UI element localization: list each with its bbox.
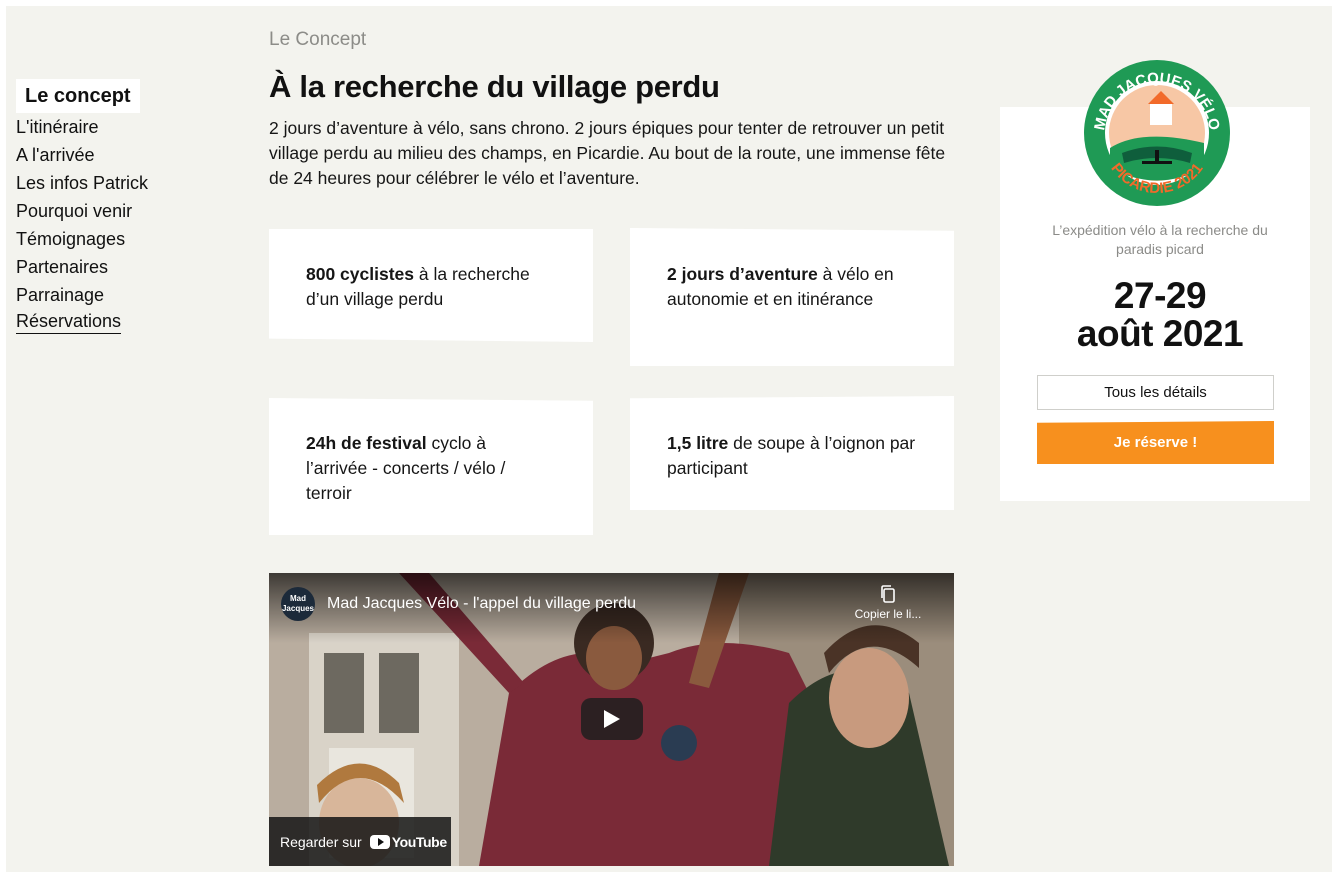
mad-jacques-velo-badge: MAD JACQUES VÉLO PICARDIE 2021 [1084, 60, 1230, 206]
youtube-icon [369, 834, 390, 849]
play-button[interactable] [581, 698, 643, 740]
nav-item-partenaires[interactable]: Partenaires [16, 253, 216, 281]
copy-link-button[interactable]: Copier le li... [848, 585, 928, 621]
event-dates-month: août 2021 [1076, 313, 1244, 354]
stat-card-cyclistes: 800 cyclistes à la recherche d’un villag… [269, 229, 593, 342]
stat-bold: 2 jours d’aventure [667, 264, 818, 284]
event-dates-days: 27-29 [1113, 275, 1207, 316]
stat-card-soupe: 1,5 litre de soupe à l’oignon par partic… [630, 396, 954, 510]
youtube-label: YouTube [391, 833, 447, 850]
nav-item-parrainage[interactable]: Parrainage [16, 281, 216, 309]
nav-item-itineraire[interactable]: L'itinéraire [16, 113, 216, 141]
stat-bold: 800 cyclistes [306, 264, 415, 284]
event-dates: 27-29 août 2021 [1038, 277, 1282, 353]
youtube-logo: YouTube [369, 833, 447, 850]
nav-item-le-concept[interactable]: Le concept [16, 79, 140, 113]
nav-item-temoignages[interactable]: Témoignages [16, 225, 216, 253]
intro-paragraph: 2 jours d’aventure à vélo, sans chrono. … [269, 118, 946, 188]
video-embed[interactable]: Mad Jacques Mad Jacques Vélo - l'appel d… [269, 573, 954, 866]
play-icon [604, 710, 620, 728]
stat-bold: 24h de festival [306, 433, 427, 453]
stat-card-jours: 2 jours d’aventure à vélo en autonomie e… [630, 228, 954, 366]
copy-icon [881, 585, 895, 603]
copy-link-label: Copier le li... [854, 607, 922, 621]
details-button[interactable]: Tous les détails [1037, 375, 1274, 410]
video-title[interactable]: Mad Jacques Vélo - l'appel du village pe… [327, 595, 636, 613]
side-nav: Le concept L'itinéraire A l'arrivée Les … [16, 79, 216, 334]
event-tagline: L’expédition vélo à la recherche du para… [1052, 222, 1268, 257]
stat-bold: 1,5 litre [667, 433, 729, 453]
watch-label: Regarder sur [280, 833, 362, 850]
breadcrumb: Le Concept [269, 29, 367, 50]
watch-on-youtube-button[interactable]: Regarder sur YouTube [269, 817, 451, 866]
page-title: À la recherche du village perdu [269, 69, 720, 104]
nav-item-infos-patrick[interactable]: Les infos Patrick [16, 169, 216, 197]
nav-item-reservations[interactable]: Réservations [16, 309, 122, 334]
reserve-button[interactable]: Je réserve ! [1037, 421, 1274, 464]
stat-card-festival: 24h de festival cyclo à l’arrivée - conc… [269, 398, 593, 535]
nav-item-arrivee[interactable]: A l'arrivée [16, 141, 216, 169]
page: Le concept L'itinéraire A l'arrivée Les … [6, 6, 1332, 872]
channel-avatar[interactable]: Mad Jacques [281, 587, 315, 621]
nav-item-pourquoi-venir[interactable]: Pourquoi venir [16, 197, 216, 225]
